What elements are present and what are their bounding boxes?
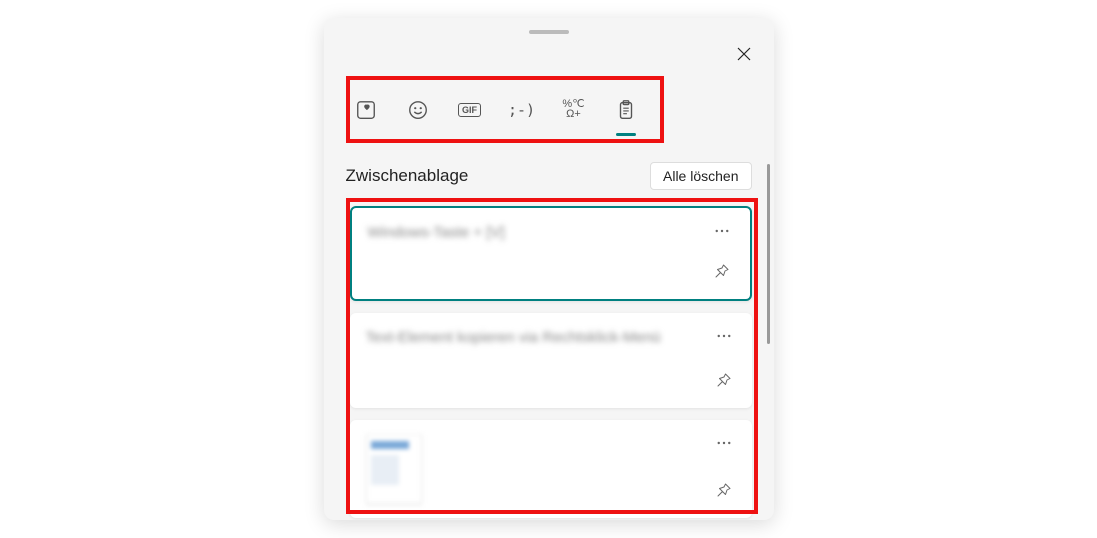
- close-button[interactable]: [736, 46, 752, 67]
- clipboard-items-list: Windows-Taste + [V] Text-Element kopiere…: [350, 206, 752, 518]
- item-more-button[interactable]: [715, 327, 733, 350]
- clipboard-item-text: Windows-Taste + [V]: [368, 222, 710, 285]
- emoji-icon: [407, 99, 429, 121]
- clipboard-item-image: [366, 434, 422, 504]
- sticker-heart-icon: [355, 99, 377, 121]
- clipboard-item-actions: [712, 434, 736, 504]
- tab-kaomoji[interactable]: ;-): [510, 98, 534, 122]
- close-icon: [736, 46, 752, 62]
- tab-gif[interactable]: GIF: [458, 98, 482, 122]
- clear-all-button[interactable]: Alle löschen: [650, 162, 752, 190]
- item-more-button[interactable]: [713, 222, 731, 245]
- clipboard-item[interactable]: Windows-Taste + [V]: [350, 206, 752, 301]
- more-horizontal-icon: [713, 222, 731, 240]
- kaomoji-icon: ;-): [508, 101, 535, 119]
- drag-handle[interactable]: [529, 30, 569, 34]
- clipboard-item-actions: [710, 222, 734, 285]
- tab-clipboard[interactable]: [614, 98, 638, 122]
- item-more-button[interactable]: [715, 434, 733, 457]
- item-pin-button[interactable]: [715, 371, 733, 394]
- item-pin-button[interactable]: [713, 262, 731, 285]
- image-thumbnail: [366, 434, 422, 504]
- scrollbar[interactable]: [767, 164, 770, 344]
- clipboard-item[interactable]: [350, 420, 752, 518]
- section-header: Zwischenablage Alle löschen: [346, 162, 752, 190]
- clipboard-icon: [615, 99, 637, 121]
- clipboard-item-actions: [712, 327, 736, 394]
- tab-symbols[interactable]: %℃Ω+: [562, 98, 586, 122]
- pin-icon: [715, 371, 733, 389]
- item-pin-button[interactable]: [715, 481, 733, 504]
- pin-icon: [715, 481, 733, 499]
- tabs-bar: GIF ;-) %℃Ω+: [354, 85, 638, 135]
- gif-icon: GIF: [458, 103, 481, 117]
- more-horizontal-icon: [715, 434, 733, 452]
- pin-icon: [713, 262, 731, 280]
- section-title: Zwischenablage: [346, 166, 469, 186]
- tab-emoji[interactable]: [406, 98, 430, 122]
- more-horizontal-icon: [715, 327, 733, 345]
- tab-recent[interactable]: [354, 98, 378, 122]
- symbols-icon: %℃Ω+: [562, 100, 584, 120]
- emoji-clipboard-panel: GIF ;-) %℃Ω+ Zwischenablage Alle löschen…: [324, 18, 774, 520]
- clipboard-item-text: Text-Element kopieren via Rechtsklick-Me…: [366, 327, 712, 394]
- clipboard-item[interactable]: Text-Element kopieren via Rechtsklick-Me…: [350, 313, 752, 408]
